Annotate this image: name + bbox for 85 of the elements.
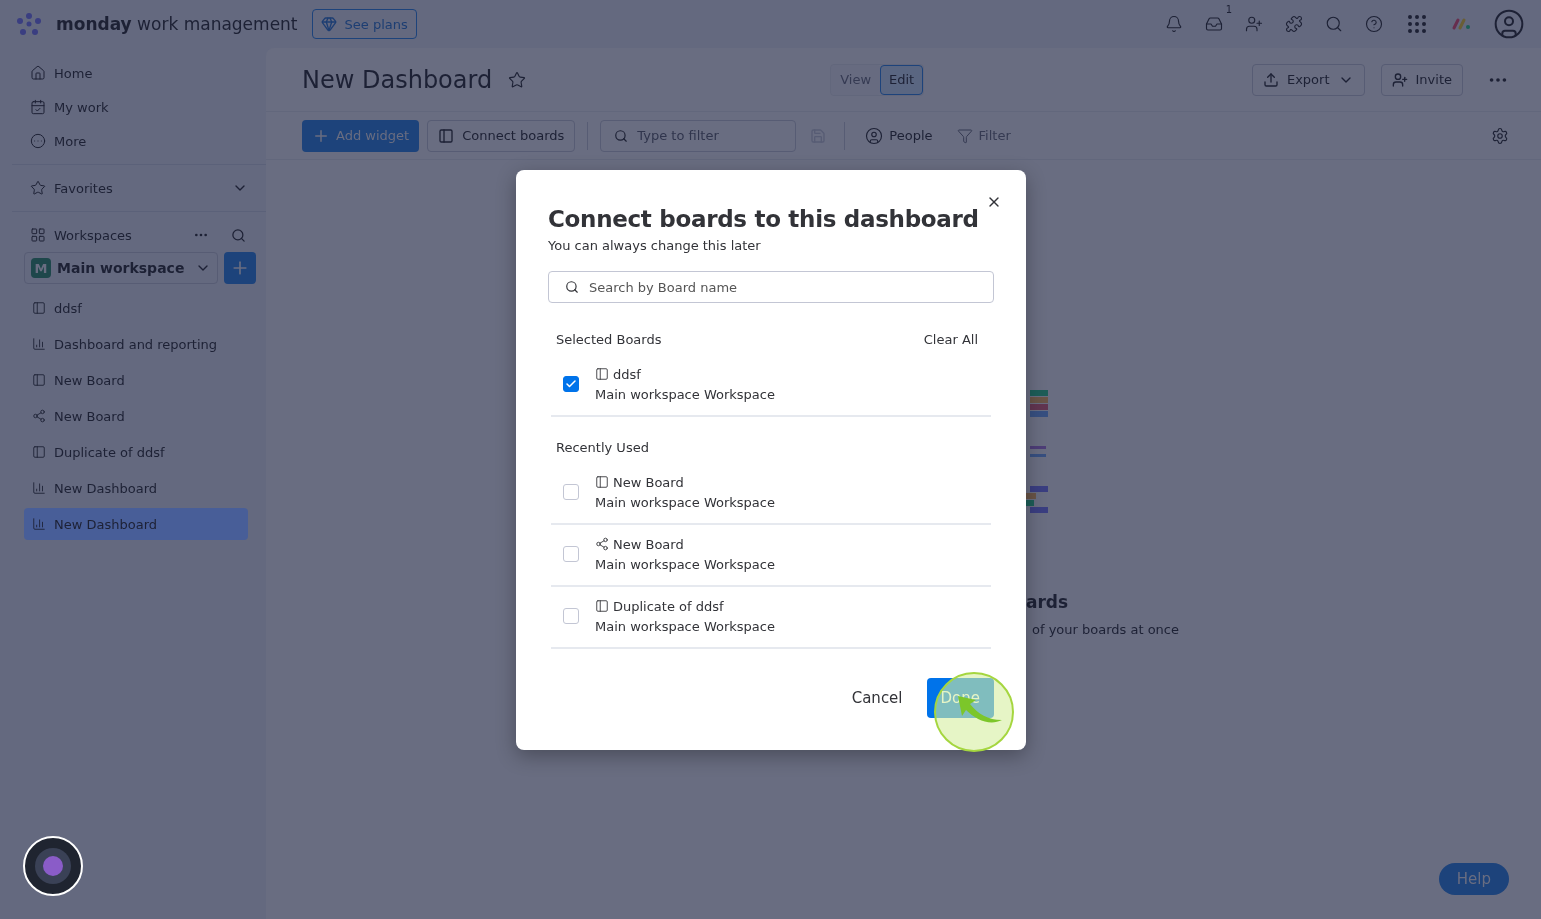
workspaces-label: Workspaces <box>54 227 132 243</box>
see-plans-button[interactable]: See plans <box>311 9 417 39</box>
person-icon <box>865 126 884 145</box>
brand-mark-icon <box>1451 17 1471 31</box>
bell-icon[interactable] <box>1165 15 1183 33</box>
share-icon <box>32 409 46 423</box>
search-icon[interactable] <box>1325 15 1343 33</box>
connect-boards-button[interactable]: Connect boards <box>427 119 576 152</box>
board-name: Duplicate of ddsf <box>613 598 724 614</box>
export-button[interactable]: Export <box>1251 63 1365 96</box>
nav-item[interactable]: My work <box>12 90 266 124</box>
star-icon[interactable] <box>508 70 527 89</box>
board-item[interactable]: New Dashboard <box>24 472 248 504</box>
workspace-name: Main workspace Workspace <box>595 386 775 402</box>
board-icon <box>32 301 46 315</box>
search-icon <box>565 280 579 294</box>
favorites-item[interactable]: Favorites <box>12 171 266 205</box>
board-icon <box>32 373 46 387</box>
help-icon[interactable] <box>1365 15 1383 33</box>
settings-icon[interactable] <box>1491 126 1509 145</box>
board-name: New Board <box>613 536 684 552</box>
search-icon <box>614 128 629 143</box>
nav-item[interactable]: More <box>12 124 266 158</box>
dashboard-title: New Dashboard <box>302 65 493 94</box>
section-heading: Recently Used <box>556 439 649 455</box>
calendar-check-icon <box>30 99 46 115</box>
checkbox[interactable] <box>563 376 579 392</box>
board-icon <box>595 367 609 381</box>
home-icon <box>30 65 46 81</box>
clear-all-button[interactable]: Clear All <box>923 331 978 347</box>
check-icon <box>565 378 577 390</box>
board-item[interactable]: New Board <box>24 364 248 396</box>
board-item[interactable]: Dashboard and reporting <box>24 328 248 360</box>
board-name: New Board <box>613 474 684 490</box>
dialog-title: Connect boards to this dashboard <box>548 206 980 232</box>
checkbox[interactable] <box>563 546 579 562</box>
board-icon <box>32 445 46 459</box>
notification-count: 1 <box>1225 4 1232 15</box>
board-item[interactable]: New Board <box>24 400 248 432</box>
dialog-subtitle: You can always change this later <box>548 238 762 253</box>
section-heading: Selected Boards <box>556 331 662 347</box>
workspaces-icon <box>30 227 46 243</box>
filter-icon <box>956 127 973 144</box>
upload-icon <box>1262 71 1279 88</box>
checkbox[interactable] <box>563 484 579 500</box>
board-name: ddsf <box>613 366 641 382</box>
more-icon <box>30 133 46 149</box>
checkbox[interactable] <box>563 608 579 624</box>
assistant-orb-icon[interactable] <box>23 836 83 896</box>
nav-item[interactable]: Home <box>12 56 266 90</box>
filter-field[interactable]: Type to filter <box>600 119 797 152</box>
workspace-select[interactable]: M Main workspace <box>24 252 218 284</box>
add-widget-button[interactable]: Add widget <box>302 119 420 152</box>
apps-grid-icon[interactable] <box>1405 12 1429 36</box>
logo-icon <box>16 12 42 36</box>
board-icon <box>595 599 609 613</box>
board-icon <box>595 475 609 489</box>
workspace-name: Main workspace Workspace <box>595 618 775 634</box>
chart-icon <box>32 337 46 351</box>
invite-button[interactable]: Invite <box>1380 63 1463 96</box>
cancel-button[interactable]: Cancel <box>835 678 919 718</box>
mode-tab[interactable]: Edit <box>880 64 924 95</box>
board-item[interactable]: ddsf <box>24 292 248 324</box>
share-icon <box>595 537 609 551</box>
board-icon <box>438 127 455 144</box>
star-icon <box>30 180 46 196</box>
workspace-name: Main workspace Workspace <box>595 556 775 572</box>
add-button[interactable] <box>224 252 256 284</box>
empty-state-text: of your boards at once <box>1032 622 1179 637</box>
search-field[interactable]: Search by Board name <box>548 271 994 303</box>
puzzle-icon[interactable] <box>1285 15 1303 33</box>
avatar-icon[interactable] <box>1493 8 1525 40</box>
gem-icon <box>320 16 337 32</box>
inbox-icon[interactable] <box>1205 15 1223 33</box>
invite-user-icon[interactable] <box>1245 15 1263 33</box>
search-icon[interactable] <box>231 227 246 243</box>
empty-state-title: ards <box>1026 592 1070 612</box>
chart-icon <box>32 517 46 531</box>
board-item[interactable]: New Dashboard <box>24 508 248 540</box>
user-plus-icon <box>1391 71 1408 88</box>
board-item[interactable]: Duplicate of ddsf <box>24 436 248 468</box>
people-button[interactable]: People <box>857 126 941 145</box>
chart-icon <box>32 481 46 495</box>
logo-text: monday work management <box>56 14 298 34</box>
workspace-name: Main workspace Workspace <box>595 494 775 510</box>
